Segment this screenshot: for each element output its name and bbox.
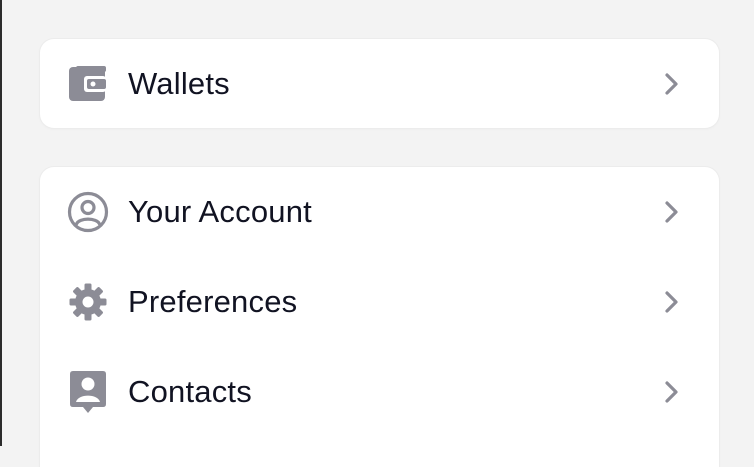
account-card: Your Account Preferences Contacts (40, 167, 719, 467)
menu-item-preferences[interactable]: Preferences (40, 257, 719, 347)
settings-panel: Wallets Your Account Preferences Contact… (0, 0, 754, 467)
chevron-right-icon (661, 289, 681, 315)
contact-book-icon (67, 371, 109, 413)
chevron-right-icon (661, 199, 681, 225)
menu-item-label: Contacts (128, 374, 252, 409)
wallet-icon (67, 63, 109, 105)
chevron-right-icon (661, 71, 681, 97)
chevron-right-icon (661, 379, 681, 405)
user-circle-icon (67, 191, 109, 233)
menu-item-label: Preferences (128, 284, 298, 319)
wallets-card: Wallets (40, 39, 719, 128)
menu-item-wallets[interactable]: Wallets (40, 39, 719, 129)
menu-item-your-account[interactable]: Your Account (40, 167, 719, 257)
menu-item-contacts[interactable]: Contacts (40, 347, 719, 437)
gear-icon (67, 281, 109, 323)
menu-item-label: Your Account (128, 194, 312, 229)
menu-item-label: Wallets (128, 66, 230, 101)
